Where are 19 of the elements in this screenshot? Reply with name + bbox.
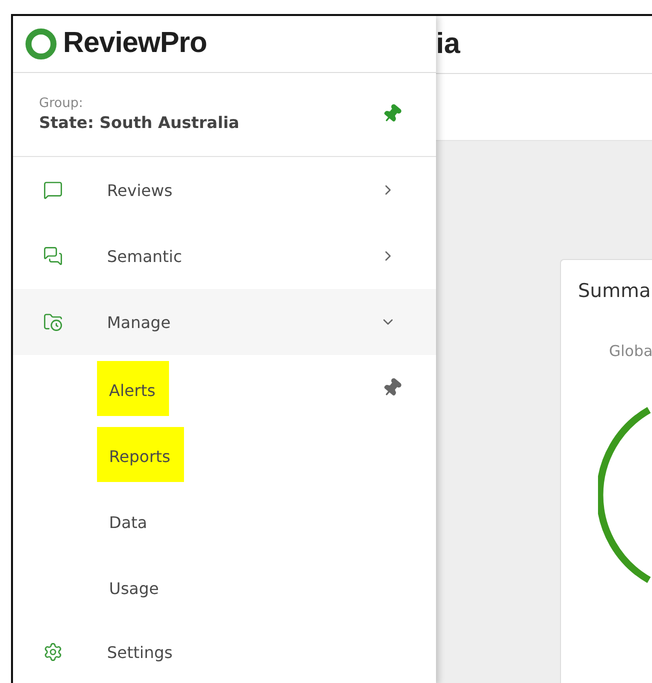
group-label: Group: — [39, 96, 83, 112]
chat-bubbles-icon — [43, 246, 63, 266]
menu-item[interactable]: Semantic — [13, 223, 436, 289]
ring-logo-icon — [25, 28, 57, 60]
settings-icon — [43, 642, 63, 662]
speech-bubble-icon — [43, 180, 63, 200]
folder-clock-icon — [43, 312, 63, 332]
menu-item[interactable]: Reviews — [13, 157, 436, 223]
group-name[interactable]: State: South Australia — [39, 113, 240, 132]
card-title: Summa — [578, 280, 651, 302]
logo-text: ReviewPro — [63, 27, 207, 60]
submenu-item[interactable]: Reports — [97, 426, 184, 482]
menu-item[interactable]: Settings — [13, 619, 436, 683]
submenu-item[interactable]: Alerts — [97, 360, 170, 416]
card-subtitle: Globa — [609, 342, 652, 360]
menu-item[interactable]: Manage — [13, 289, 436, 355]
submenu-item[interactable]: Data — [97, 492, 162, 548]
submenu-item[interactable]: Usage — [97, 558, 173, 614]
page-title: ia — [436, 28, 460, 61]
